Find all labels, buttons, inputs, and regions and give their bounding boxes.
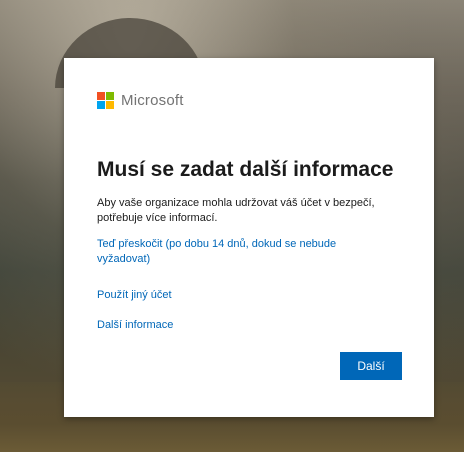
skip-for-now-link[interactable]: Teď přeskočit (po dobu 14 dnů, dokud se … xyxy=(97,237,387,267)
sign-in-card: Microsoft Musí se zadat další informace … xyxy=(64,58,434,417)
brand-name: Microsoft xyxy=(121,92,184,109)
description-text: Aby vaše organizace mohla udržovat váš ú… xyxy=(97,197,375,224)
page-title: Musí se zadat další informace xyxy=(97,158,394,181)
microsoft-logo-icon xyxy=(97,92,114,109)
more-information-link[interactable]: Další informace xyxy=(97,318,173,333)
next-button[interactable]: Další xyxy=(340,352,402,380)
use-another-account-link[interactable]: Použít jiný účet xyxy=(97,288,172,303)
brand-header: Microsoft xyxy=(97,92,184,109)
